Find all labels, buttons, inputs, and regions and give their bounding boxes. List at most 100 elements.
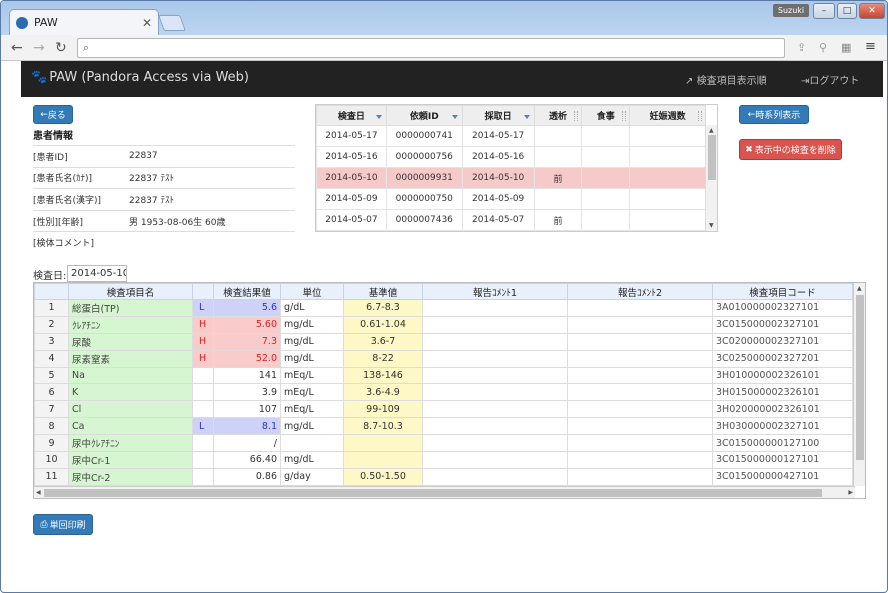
- grid-column-header[interactable]: 単位: [280, 283, 344, 300]
- sort-caret-icon[interactable]: [375, 115, 382, 119]
- profile-badge[interactable]: Suzuki: [773, 4, 809, 17]
- new-tab-button[interactable]: [158, 15, 186, 31]
- reference-range-cell: 8.7-10.3: [343, 417, 423, 436]
- paw-favicon-icon: [16, 16, 28, 29]
- delete-exam-button[interactable]: ✖ 表示中の検査を削除: [739, 139, 842, 160]
- column-resize-handle[interactable]: [698, 111, 702, 121]
- column-resize-handle[interactable]: [622, 111, 627, 121]
- grid-column-header[interactable]: [192, 283, 214, 300]
- orders-column-header[interactable]: 妊娠週数: [629, 105, 706, 126]
- unit-cell: mg/dL: [280, 417, 344, 436]
- close-window-button[interactable]: ✕: [859, 3, 885, 19]
- grid-column-header[interactable]: 報告ｺﾒﾝﾄ1: [422, 283, 568, 300]
- item-name-cell: 尿素窒素: [68, 349, 193, 368]
- print-icon: ⎙: [40, 519, 48, 530]
- item-name-cell: 尿中Cr-2: [68, 467, 193, 486]
- forward-arrow-icon[interactable]: →: [33, 40, 45, 56]
- menu-icon[interactable]: ≡: [865, 39, 876, 54]
- grid-vertical-scrollbar[interactable]: ▲: [853, 283, 865, 486]
- minimize-button[interactable]: –: [813, 3, 835, 19]
- column-header-label: 依頼ID: [409, 112, 439, 122]
- grid-hscroll-thumb[interactable]: [44, 489, 822, 497]
- timeseries-button[interactable]: ← 時系列表示: [739, 105, 809, 124]
- table-row[interactable]: 3 尿酸 H 7.3 mg/dL 3.6-7 3C020000002327101: [34, 332, 853, 351]
- order-cell: 2014-05-17: [316, 125, 387, 147]
- orders-column-header[interactable]: 透析: [533, 105, 583, 126]
- comment2-cell: [567, 349, 713, 368]
- table-row[interactable]: 1 総蛋白(TP) L 5.6 g/dL 6.7-8.3 3A010000002327101: [34, 299, 853, 317]
- order-row[interactable]: 2014-05-17 0000000741 2014-05-17: [316, 125, 706, 147]
- print-button[interactable]: ⎙ 単回印刷: [33, 514, 93, 535]
- reference-range-cell: 0.50-1.50: [343, 467, 423, 486]
- grid-column-header[interactable]: 検査項目コード: [712, 283, 853, 300]
- order-cell: 0000009931: [385, 167, 463, 189]
- orders-column-header[interactable]: 検査日: [316, 105, 387, 126]
- order-cell: 0000000741: [385, 125, 463, 147]
- grid-vscroll-thumb[interactable]: [856, 295, 864, 460]
- order-row[interactable]: 2014-05-07 0000007436 2014-05-07 前: [316, 209, 706, 231]
- grid-horizontal-scrollbar[interactable]: ◀ ▶: [34, 486, 855, 498]
- reload-icon[interactable]: ↻: [55, 40, 67, 56]
- table-row[interactable]: 7 Cl 107 mEq/L 99-109 3H020000002326101: [34, 400, 853, 419]
- table-row[interactable]: 4 尿素窒素 H 52.0 mg/dL 8-22 3C025000002327201: [34, 349, 853, 368]
- scroll-down-icon[interactable]: ▼: [709, 222, 714, 229]
- order-cell: 前: [533, 209, 583, 231]
- address-bar[interactable]: ⌕: [77, 38, 785, 58]
- item-name-cell: 総蛋白(TP): [68, 299, 193, 317]
- nav-item-logout[interactable]: ⇥ログアウト: [801, 72, 859, 87]
- app-brand[interactable]: 🐾 PAW (Pandora Access via Web): [31, 70, 249, 85]
- pin-icon[interactable]: ⚲: [819, 41, 827, 54]
- reference-range-cell: 99-109: [343, 400, 423, 419]
- table-row[interactable]: 10 尿中Cr-1 66.40 mg/dL 3C015000000127101: [34, 451, 853, 469]
- order-cell: [533, 188, 583, 210]
- tab-close-icon[interactable]: ✕: [142, 16, 152, 30]
- sort-caret-icon[interactable]: [451, 115, 458, 119]
- exam-date-input[interactable]: [67, 265, 127, 282]
- row-number: 5: [34, 366, 69, 385]
- row-number: 1: [34, 299, 69, 317]
- order-row[interactable]: 2014-05-10 0000009931 2014-05-10 前: [316, 167, 706, 189]
- back-button[interactable]: ← 戻る: [33, 105, 73, 124]
- table-row[interactable]: 5 Na 141 mEq/L 138-146 3H010000002326101: [34, 366, 853, 385]
- patient-row: [患者ID] 22837: [33, 145, 295, 167]
- sort-caret-icon[interactable]: [523, 115, 530, 119]
- column-resize-handle[interactable]: [574, 111, 579, 121]
- grid-column-header[interactable]: 検査結果値: [213, 283, 281, 300]
- table-row[interactable]: 11 尿中Cr-2 0.86 g/day 0.50-1.50 3C015000000427…: [34, 467, 853, 486]
- comment1-cell: [422, 332, 568, 351]
- order-row[interactable]: 2014-05-09 0000000750 2014-05-09: [316, 188, 706, 210]
- orders-column-header[interactable]: 依頼ID: [385, 105, 463, 126]
- orders-scrollbar[interactable]: ▲ ▼: [705, 125, 717, 231]
- nav-item-order[interactable]: ↗ 検査項目表示順: [685, 72, 767, 87]
- grid-column-header[interactable]: 基準値: [343, 283, 423, 300]
- comment2-cell: [567, 451, 713, 469]
- back-arrow-icon[interactable]: ←: [11, 40, 23, 56]
- grid-column-header[interactable]: 検査項目名: [68, 283, 193, 300]
- extension-icon[interactable]: ▦: [841, 41, 851, 54]
- order-row[interactable]: 2014-05-16 0000000756 2014-05-16: [316, 146, 706, 168]
- order-cell: [629, 167, 706, 189]
- scroll-up-icon[interactable]: ▲: [857, 285, 862, 292]
- reference-range-cell: 138-146: [343, 366, 423, 385]
- table-row[interactable]: 9 尿中ｸﾚｱﾁﾆﾝ / 3C015000000127100: [34, 434, 853, 453]
- orders-column-header[interactable]: 採取日: [461, 105, 535, 126]
- flag-cell: [192, 467, 214, 486]
- orders-column-header[interactable]: 食事: [581, 105, 631, 126]
- grid-column-header[interactable]: [34, 283, 69, 300]
- table-row[interactable]: 2 ｸﾚｱﾁﾆﾝ H 5.60 mg/dL 0.61-1.04 3C015000002327…: [34, 315, 853, 334]
- scroll-up-icon[interactable]: ▲: [709, 127, 714, 134]
- table-row[interactable]: 6 K 3.9 mEq/L 3.6-4.9 3H015000002326101: [34, 383, 853, 402]
- row-number: 10: [34, 451, 69, 469]
- grid-column-header[interactable]: 報告ｺﾒﾝﾄ2: [567, 283, 713, 300]
- comment2-cell: [567, 383, 713, 402]
- table-row[interactable]: 8 Ca L 8.1 mg/dL 8.7-10.3 3H030000002327101: [34, 417, 853, 436]
- share-icon[interactable]: ⇪: [797, 41, 806, 54]
- url-input[interactable]: [98, 40, 778, 56]
- scroll-right-icon[interactable]: ▶: [848, 489, 853, 496]
- orders-scroll-thumb[interactable]: [708, 135, 716, 180]
- scroll-left-icon[interactable]: ◀: [36, 489, 41, 496]
- patient-row-label: [性別][年齢]: [33, 217, 84, 228]
- maximize-button[interactable]: □: [837, 3, 857, 19]
- browser-tab[interactable]: PAW ✕: [9, 9, 159, 35]
- row-number: 7: [34, 400, 69, 419]
